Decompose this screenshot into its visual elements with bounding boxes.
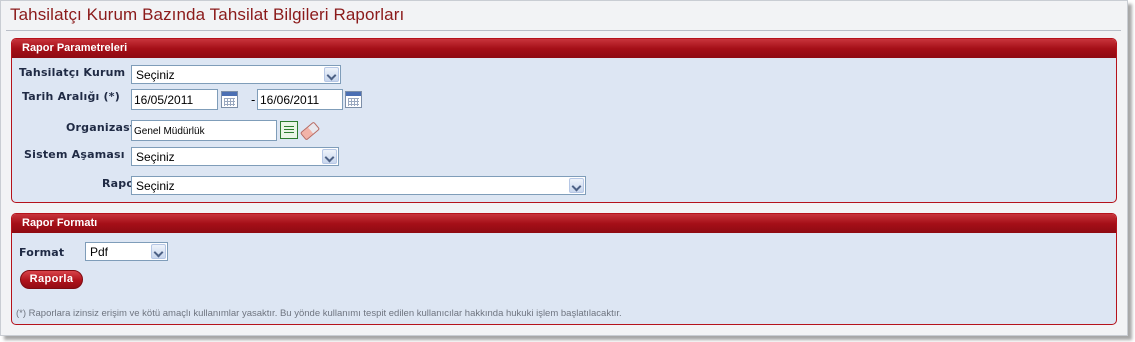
chevron-down-icon[interactable] [151,244,166,259]
report-button[interactable]: Raporla [20,270,83,289]
date-start-input[interactable]: 16/05/2011 [131,89,218,110]
collector-label: Tahsilatçı Kurum [19,66,126,79]
system-stage-select-value: Seçiniz [136,150,175,164]
collector-select[interactable]: Seçiniz [131,65,341,84]
legal-footnote: (*) Raporlara izinsiz erişim ve kötü ama… [16,308,622,319]
organization-input[interactable]: Genel Müdürlük [131,120,277,141]
page-title: Tahsilatçı Kurum Bazında Tahsilat Bilgil… [10,5,405,24]
calendar-icon[interactable] [345,91,362,108]
list-select-icon[interactable] [280,121,298,139]
format-select[interactable]: Pdf [85,242,168,261]
chevron-down-icon[interactable] [322,149,337,164]
system-stage-label: Sistem Aşaması [24,148,125,161]
date-end-input[interactable]: 16/06/2011 [257,89,343,110]
chevron-down-icon[interactable] [569,178,584,193]
report-select[interactable]: Seçiniz [131,176,586,195]
chevron-down-icon[interactable] [324,67,339,82]
date-range-label: Tarih Aralığı (*) [22,90,120,103]
page-frame: Tahsilatçı Kurum Bazında Tahsilat Bilgil… [0,0,1128,336]
title-divider [6,30,1121,31]
report-format-panel: Rapor Formatı Format Pdf Raporla (*) Rap… [11,213,1117,325]
format-panel-header: Rapor Formatı [12,214,1116,233]
eraser-icon[interactable] [299,121,321,141]
calendar-icon[interactable] [221,91,238,108]
collector-select-value: Seçiniz [136,68,175,82]
report-parameters-panel: Rapor Parametreleri Tahsilatçı Kurum Seç… [11,38,1117,203]
format-select-value: Pdf [90,245,109,259]
date-separator: - [251,93,256,107]
format-label: Format [19,246,65,259]
system-stage-select[interactable]: Seçiniz [131,147,339,166]
parameters-panel-header: Rapor Parametreleri [12,39,1116,58]
report-select-value: Seçiniz [136,179,175,193]
